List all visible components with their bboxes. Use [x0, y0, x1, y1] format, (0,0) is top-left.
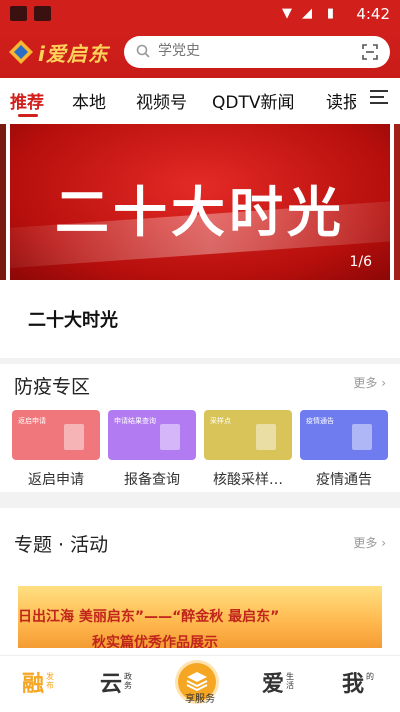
- tab-newspaper[interactable]: 读报: [326, 88, 356, 113]
- notification-icon: [10, 6, 27, 21]
- promo-subtext: 秋实篇优秀作品展示: [92, 635, 218, 648]
- booth-icon: [256, 424, 276, 450]
- signal-icon: ◢: [302, 6, 312, 21]
- nav-publish[interactable]: 融 发布: [22, 666, 62, 706]
- nav-government[interactable]: 云 政务: [100, 666, 140, 706]
- nav-me[interactable]: 我 的: [342, 666, 382, 706]
- service-label[interactable]: 享服务: [178, 690, 222, 705]
- card-label[interactable]: 返启申请: [12, 469, 100, 489]
- app-logo[interactable]: i爱启东: [8, 36, 116, 68]
- app-header: i爱启东: [0, 28, 400, 78]
- document-icon: [160, 424, 180, 450]
- card-label[interactable]: 核酸采样…: [204, 469, 292, 489]
- card-label[interactable]: 疫情通告: [300, 469, 388, 489]
- logo-text: i爱启东: [38, 42, 109, 66]
- banner-caption[interactable]: 二十大时光: [28, 306, 118, 332]
- search-icon: [136, 44, 150, 58]
- banner-next-peek: [394, 124, 400, 280]
- active-tab-indicator: [18, 114, 38, 117]
- status-bar: ▼ ◢ ▮ 4:42: [0, 0, 400, 28]
- tab-recommend[interactable]: 推荐: [10, 88, 44, 113]
- nav-life[interactable]: 爱 生活: [262, 666, 302, 706]
- section-title: 防疫专区: [14, 376, 91, 398]
- battery-icon: ▮: [326, 6, 334, 21]
- banner-title: 二十大时光: [55, 181, 345, 244]
- banner-pager: 1/6: [349, 254, 372, 270]
- clock: 4:42: [356, 5, 390, 23]
- more-link[interactable]: 更多 ›: [353, 534, 386, 551]
- card-label[interactable]: 报备查询: [108, 469, 196, 489]
- promo-text: 日出江海 美丽启东”——“醉金秋 最启东”: [18, 609, 280, 625]
- tab-qdtv-news[interactable]: QDTV新闻: [212, 88, 295, 113]
- card-return-application[interactable]: 返启申请: [12, 410, 100, 460]
- wifi-icon: ▼: [282, 6, 292, 21]
- card-report-query[interactable]: 申请结果查询: [108, 410, 196, 460]
- document-icon: [64, 424, 84, 450]
- promo-banner[interactable]: 日出江海 美丽启东”——“醉金秋 最启东” 秋实篇优秀作品展示: [18, 586, 382, 648]
- logo-icon: [9, 40, 33, 64]
- search-bar[interactable]: [124, 36, 390, 68]
- menu-icon[interactable]: [370, 90, 388, 106]
- section-title: 专题 · 活动: [14, 534, 109, 556]
- search-input[interactable]: [156, 42, 350, 60]
- more-link[interactable]: 更多 ›: [353, 374, 386, 391]
- notification-icon: [34, 6, 51, 21]
- channel-tabs: 推荐 本地 视频号 QDTV新闻 读报: [0, 78, 400, 120]
- banner-prev-peek: [0, 124, 6, 280]
- card-sampling[interactable]: 采样点: [204, 410, 292, 460]
- banner-carousel[interactable]: 二十大时光 1/6: [10, 124, 390, 280]
- tab-local[interactable]: 本地: [72, 88, 106, 113]
- tab-video[interactable]: 视频号: [136, 88, 187, 113]
- scan-icon[interactable]: [362, 44, 378, 60]
- banner-section: 二十大时光 1/6 二十大时光: [0, 120, 400, 358]
- card-notice[interactable]: 疫情通告: [300, 410, 388, 460]
- speaker-icon: [352, 424, 372, 450]
